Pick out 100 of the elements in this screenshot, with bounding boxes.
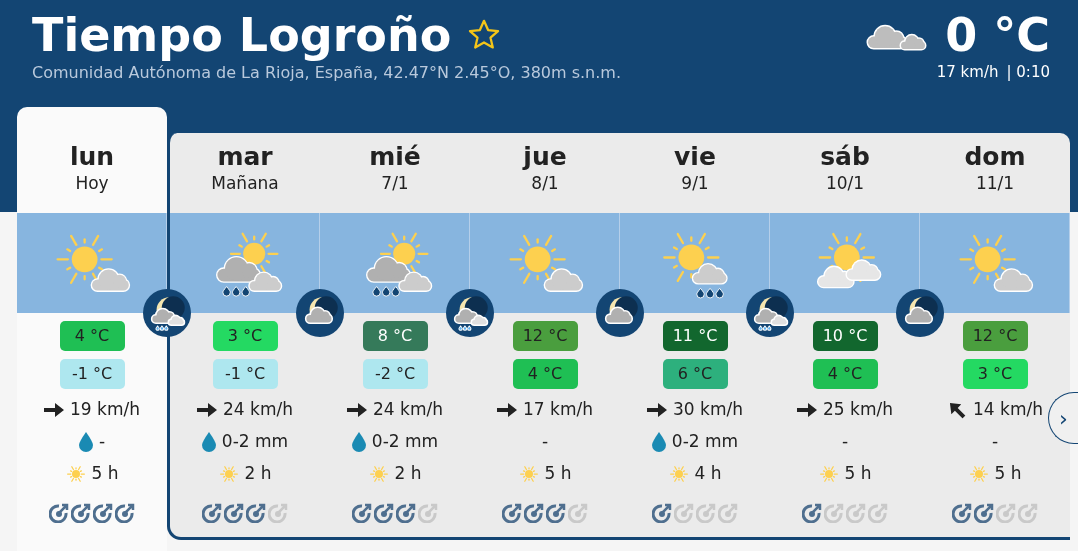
wind-speed: 19 km/h [70, 398, 140, 422]
wind-speed: 24 km/h [373, 398, 443, 422]
sun-hours: 5 h [544, 462, 572, 486]
reliability-icon [224, 503, 244, 523]
day-name: jue [521, 143, 568, 171]
drop-icon [78, 432, 93, 452]
precipitation: - [991, 430, 999, 454]
reliability-icon [524, 503, 544, 523]
reliability-icon [824, 503, 844, 523]
precipitation: - [841, 430, 849, 454]
sun-icon [968, 464, 989, 484]
moon-cloud-icon [596, 289, 644, 337]
reliability-icon [71, 503, 91, 523]
reliability-icon [268, 503, 288, 523]
min-temperature: -1 °C [59, 359, 125, 389]
max-temperature: 4 °C [59, 321, 125, 351]
wind-speed: 25 km/h [823, 398, 893, 422]
min-temperature: 4 °C [812, 359, 878, 389]
moon-cloud-rain-icon [746, 289, 794, 337]
reliability-icon [418, 503, 438, 523]
min-temperature: -1 °C [212, 359, 278, 389]
reliability-icon [718, 503, 738, 523]
wind-speed: 14 km/h [973, 398, 1043, 422]
day-date: 7/1 [380, 171, 410, 195]
sun-hours: 4 h [694, 462, 722, 486]
wind-speed: 24 km/h [223, 398, 293, 422]
wind-arrow-icon [647, 403, 667, 417]
reliability-icon [374, 503, 394, 523]
reliability-icon [868, 503, 888, 523]
reliability-icon [674, 503, 694, 523]
wind-arrow-icon [497, 403, 517, 417]
reliability-icon [93, 503, 113, 523]
day-name: vie [673, 143, 717, 171]
page-title: Tiempo Logroño [32, 10, 452, 61]
sun-hours: 5 h [844, 462, 872, 486]
min-temperature: 6 °C [662, 359, 728, 389]
precipitation: 0-2 mm [671, 430, 739, 454]
day-name: mié [368, 143, 422, 171]
max-temperature: 10 °C [812, 321, 878, 351]
reliability-icon [246, 503, 266, 523]
day-date: 9/1 [680, 171, 710, 195]
precipitation: 0-2 mm [221, 430, 289, 454]
day-date: 11/1 [974, 171, 1016, 195]
precipitation: - [541, 430, 549, 454]
current-wind: 17 km/h [936, 61, 999, 83]
max-temperature: 8 °C [362, 321, 428, 351]
drop-icon [201, 432, 216, 452]
day-date: Mañana [210, 171, 280, 195]
wind-arrow-icon [44, 403, 64, 417]
reliability-icon [352, 503, 372, 523]
reliability-icon [49, 503, 69, 523]
precipitation: 0-2 mm [371, 430, 439, 454]
sun-hours: 5 h [91, 462, 119, 486]
reliability-icon [396, 503, 416, 523]
wind-speed: 17 km/h [523, 398, 593, 422]
wind-arrow-icon [797, 403, 817, 417]
sun-icon [368, 464, 389, 484]
day-name: dom [963, 143, 1027, 171]
max-temperature: 11 °C [662, 321, 728, 351]
reliability-icon [802, 503, 822, 523]
reliability-icon [952, 503, 972, 523]
moon-cloud-rain-icon [446, 289, 494, 337]
reliability-icon [652, 503, 672, 523]
wind-speed: 30 km/h [673, 398, 743, 422]
day-name: sáb [819, 143, 871, 171]
day-name: mar [216, 143, 274, 171]
max-temperature: 3 °C [212, 321, 278, 351]
day-date: Hoy [74, 171, 110, 195]
sun-icon [818, 464, 839, 484]
reliability-icon [202, 503, 222, 523]
sun-icon [518, 464, 539, 484]
min-temperature: -2 °C [362, 359, 428, 389]
day-date: 8/1 [530, 171, 560, 195]
drop-icon [651, 432, 666, 452]
reliability-icon [502, 503, 522, 523]
day-date: 10/1 [824, 171, 866, 195]
reliability-icon [996, 503, 1016, 523]
reliability-icon [696, 503, 716, 523]
reliability-icon [546, 503, 566, 523]
min-temperature: 3 °C [962, 359, 1028, 389]
max-temperature: 12 °C [512, 321, 578, 351]
sun-hours: 5 h [994, 462, 1022, 486]
reliability-icon [846, 503, 866, 523]
reliability-icon [1018, 503, 1038, 523]
sun-icon [668, 464, 689, 484]
location-subtitle: Comunidad Autónoma de La Rioja, España, 42.47°N 2.45°O, 380m s.n.m. [32, 61, 621, 84]
reliability-icon [115, 503, 135, 523]
drop-icon [351, 432, 366, 452]
wind-arrow-icon [197, 403, 217, 417]
sun-icon [218, 464, 239, 484]
reliability-icon [974, 503, 994, 523]
reliability-icon [568, 503, 588, 523]
sun-icon [65, 464, 86, 484]
sun-hours: 2 h [394, 462, 422, 486]
sun-hours: 2 h [244, 462, 272, 486]
moon-cloud-icon [896, 289, 944, 337]
wind-arrow-icon [347, 403, 367, 417]
day-name: lun [68, 143, 116, 171]
update-time: | 0:10 [1006, 61, 1050, 83]
current-temperature: 0 °C [945, 10, 1050, 61]
